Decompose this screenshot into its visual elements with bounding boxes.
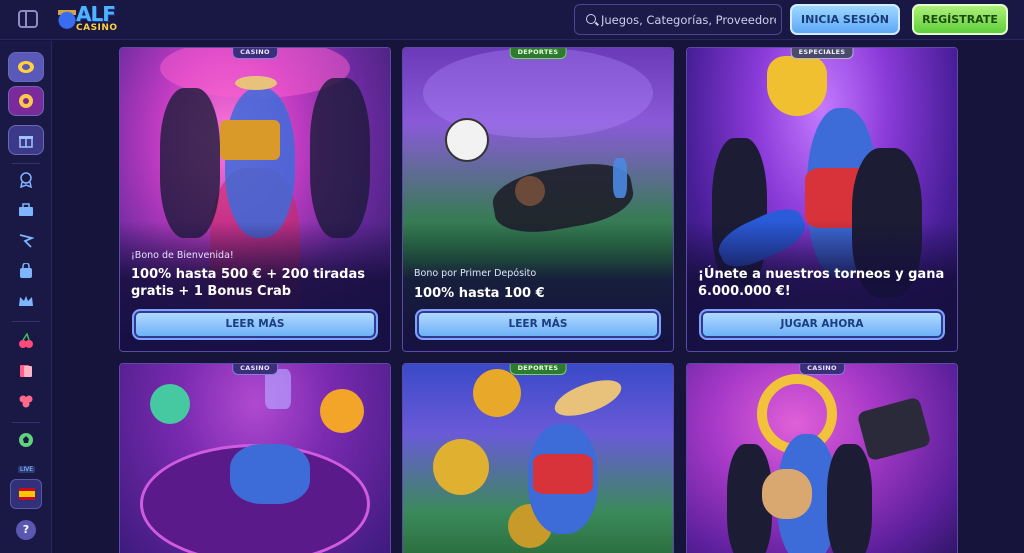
mascot-logo-icon [56, 6, 78, 32]
language-selector[interactable] [10, 479, 42, 509]
read-more-button[interactable]: LEER MÁS [415, 309, 661, 340]
promo-card-casino-welcome[interactable]: CASINO ¡Bono de Bienvenida! 100% hasta 5… [119, 47, 391, 352]
bag-icon[interactable] [18, 263, 34, 279]
site-logo[interactable]: ALF CASINO [56, 2, 126, 36]
promo-card-casino-cashback[interactable]: CASINO [686, 363, 958, 553]
cherries-icon[interactable] [18, 333, 34, 349]
sports-icon [19, 94, 33, 108]
sidebar-sports-button[interactable] [8, 86, 44, 116]
card-title: 100% hasta 100 € [414, 286, 545, 301]
card-subtitle: ¡Bono de Bienvenida! [131, 250, 234, 261]
crown-icon[interactable] [18, 293, 34, 309]
category-tag: DEPORTES [509, 364, 567, 375]
gift-icon [19, 136, 33, 148]
help-button[interactable]: ? [16, 520, 36, 540]
promo-card-sports-deposit[interactable]: DEPORTES Bono por Primer Depósito 100% h… [402, 47, 674, 352]
promo-card-casino-crypto[interactable]: CASINO [119, 363, 391, 553]
category-tag: CASINO [232, 48, 278, 59]
card-title: 100% hasta 500 € + 200 tiradas gratis + … [131, 267, 365, 299]
clover-icon[interactable] [18, 393, 34, 409]
search-input[interactable] [601, 11, 776, 29]
sidebar: LIVE ? [0, 41, 52, 553]
briefcase-icon[interactable] [18, 202, 34, 218]
promo-card-tournaments[interactable]: ESPECIALES ¡Únete a nuestros torneos y g… [686, 47, 958, 352]
promo-image [403, 364, 673, 553]
medal-icon[interactable] [18, 172, 34, 188]
cards-icon[interactable] [18, 363, 34, 379]
sidebar-casino-button[interactable] [8, 52, 44, 82]
flag-icon[interactable] [18, 233, 34, 249]
sidebar-divider [12, 422, 40, 423]
casino-chip-icon [18, 61, 34, 73]
card-subtitle: Bono por Primer Depósito [414, 268, 537, 279]
live-badge: LIVE [18, 466, 36, 473]
logo-subtext: CASINO [76, 23, 118, 33]
sidebar-toggle-icon[interactable] [18, 10, 38, 28]
category-tag: CASINO [799, 364, 845, 375]
search-icon [586, 14, 596, 24]
promo-image [120, 364, 390, 553]
login-button[interactable]: INICIA SESIÓN [790, 4, 900, 35]
read-more-button[interactable]: LEER MÁS [132, 309, 378, 340]
play-now-button[interactable]: JUGAR AHORA [699, 309, 945, 340]
category-tag: DEPORTES [509, 48, 567, 59]
sidebar-divider [12, 321, 40, 322]
register-button[interactable]: REGÍSTRATE [912, 4, 1008, 35]
top-header: ALF CASINO INICIA SESIÓN REGÍSTRATE [0, 0, 1024, 40]
search-box[interactable] [574, 4, 782, 35]
promo-image [687, 364, 957, 553]
sidebar-promotions-button[interactable] [8, 125, 44, 155]
spain-flag-icon [19, 488, 35, 500]
card-title: ¡Únete a nuestros torneos y gana 6.000.0… [698, 267, 945, 299]
soccer-ball-icon[interactable] [18, 432, 34, 448]
promo-card-sports-crypto[interactable]: DEPORTES [402, 363, 674, 553]
sidebar-divider [12, 163, 40, 164]
category-tag: CASINO [232, 364, 278, 375]
category-tag: ESPECIALES [790, 48, 854, 59]
